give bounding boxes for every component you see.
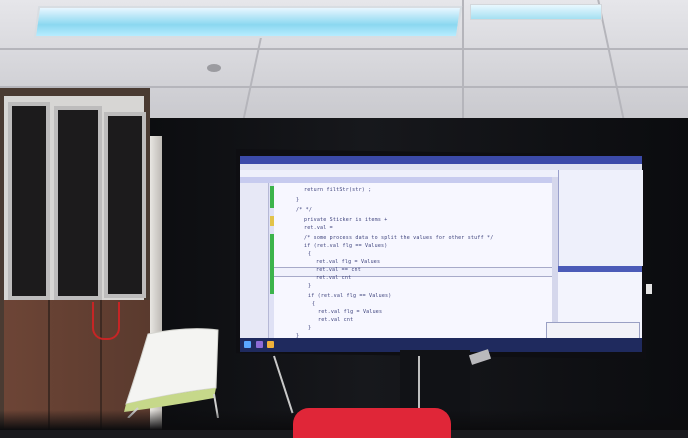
code-line: /* */ — [296, 207, 313, 213]
code-line: { — [308, 251, 312, 257]
red-lanyard — [92, 302, 120, 340]
code-line: ret.val cnt — [316, 275, 352, 281]
ceiling-grid-line — [242, 30, 264, 120]
wall-fixture — [646, 284, 652, 294]
white-chair — [124, 328, 219, 418]
line-number-gutter — [240, 183, 269, 338]
smoke-detector — [207, 64, 221, 72]
code-editor: return filtStr(str) ; } /* */ private St… — [274, 183, 552, 339]
cabinet-glass-door — [54, 106, 102, 300]
code-line: ret.val = — [304, 225, 333, 231]
red-chair — [293, 408, 451, 438]
ceiling-grid-line — [0, 48, 688, 50]
code-line: if (ret.val flg == Values) — [308, 293, 392, 299]
solution-explorer-panel — [558, 170, 643, 266]
taskbar-app-icon — [256, 341, 263, 348]
cable — [418, 356, 420, 412]
cabinet-glass-door — [104, 112, 146, 298]
code-line: } — [308, 325, 312, 331]
ide-screen: return filtStr(str) ; } /* */ private St… — [240, 156, 643, 352]
code-line: /* some process data to split the values… — [304, 235, 494, 241]
code-line: return filtStr(str) ; — [304, 187, 372, 193]
code-line: private Sticker is items + — [304, 217, 388, 223]
code-line: ret.val flg = Values — [318, 309, 383, 315]
code-line: } — [308, 283, 312, 289]
code-line: ret.val flg = Values — [316, 259, 381, 265]
ceiling-grid-line — [462, 0, 464, 120]
code-line: } — [296, 197, 300, 203]
code-line: { — [312, 301, 316, 307]
taskbar-app-icon — [267, 341, 274, 348]
cabinet-glass-door — [8, 102, 50, 300]
glass-cabinet — [4, 96, 146, 306]
code-line: ret.val cnt — [318, 317, 354, 323]
code-line: ret.val == cnt — [316, 267, 361, 273]
ceiling-light-panel — [470, 4, 602, 20]
ceiling-light-panel — [33, 6, 463, 38]
code-line: if (ret.val flg == Values) — [304, 243, 388, 249]
windows-start-icon — [244, 341, 251, 348]
ide-titlebar — [240, 156, 642, 164]
